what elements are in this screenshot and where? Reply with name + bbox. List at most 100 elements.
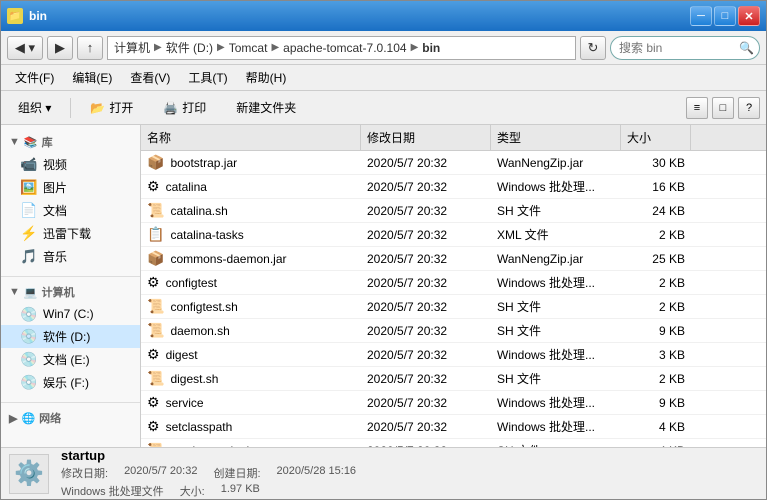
status-filename: startup [61, 448, 356, 463]
back-button[interactable]: ◀ ▾ [7, 36, 43, 60]
col-header-name[interactable]: 名称 [141, 125, 361, 150]
sidebar-item-documents[interactable]: 📄 文档 [1, 199, 140, 222]
menu-tools[interactable]: 工具(T) [180, 67, 235, 88]
file-name-cell: 📜 configtest.sh [141, 295, 361, 318]
title-buttons: ─ □ ✕ [690, 6, 760, 26]
path-bin[interactable]: bin [422, 41, 440, 55]
status-created-date: 2020/5/28 15:16 [277, 465, 357, 481]
file-name-cell: 📜 digest.sh [141, 367, 361, 390]
path-drive[interactable]: 软件 (D:) [166, 39, 213, 56]
view-toggle-button[interactable]: ≡ [686, 97, 708, 119]
sidebar-group-network-header[interactable]: ▶ 🌐 网络 [1, 407, 140, 429]
up-button[interactable]: ↑ [77, 36, 103, 60]
table-row[interactable]: 📜 daemon.sh 2020/5/7 20:32 SH 文件 9 KB [141, 319, 766, 343]
file-date-cell: 2020/5/7 20:32 [361, 177, 491, 197]
sidebar-item-e-drive[interactable]: 💿 文档 (E:) [1, 348, 140, 371]
file-type-icon: 📦 [147, 154, 164, 171]
menu-view[interactable]: 查看(V) [122, 67, 178, 88]
sidebar-item-c-drive[interactable]: 💿 Win7 (C:) [1, 303, 140, 325]
path-tomcat[interactable]: Tomcat [229, 41, 268, 55]
table-row[interactable]: 📦 bootstrap.jar 2020/5/7 20:32 WanNengZi… [141, 151, 766, 175]
status-size-label: 大小: [180, 483, 205, 499]
status-file-icon: ⚙️ [9, 454, 49, 494]
menu-file[interactable]: 文件(F) [7, 67, 62, 88]
close-button[interactable]: ✕ [738, 6, 760, 26]
window: 📁 bin ─ □ ✕ ◀ ▾ ▶ ↑ 计算机 ▶ 软件 (D:) ▶ Tomc… [0, 0, 767, 500]
sidebar-item-downloads[interactable]: ⚡ 迅雷下载 [1, 222, 140, 245]
path-computer[interactable]: 计算机 [114, 39, 150, 56]
file-name-cell: ⚙ digest [141, 343, 361, 366]
refresh-button[interactable]: ↻ [580, 36, 606, 60]
status-created-label: 创建日期: [213, 465, 260, 481]
file-name-text: commons-daemon.jar [170, 252, 286, 266]
file-type-icon: ⚙ [147, 418, 160, 435]
file-name-text: catalina [166, 180, 207, 194]
file-name-cell: 📜 catalina.sh [141, 199, 361, 222]
file-type-cell: SH 文件 [491, 295, 621, 318]
view-panel-button[interactable]: □ [712, 97, 734, 119]
table-row[interactable]: ⚙ digest 2020/5/7 20:32 Windows 批处理... 3… [141, 343, 766, 367]
status-details: 修改日期: 2020/5/7 20:32 创建日期: 2020/5/28 15:… [61, 465, 356, 481]
menu-help[interactable]: 帮助(H) [238, 67, 295, 88]
open-icon: 📂 [90, 101, 105, 115]
search-input[interactable] [610, 36, 760, 60]
file-type-icon: ⚙ [147, 394, 160, 411]
sidebar-group-network: ▶ 🌐 网络 [1, 407, 140, 429]
sidebar-item-music[interactable]: 🎵 音乐 [1, 245, 140, 268]
table-row[interactable]: ⚙ catalina 2020/5/7 20:32 Windows 批处理...… [141, 175, 766, 199]
sidebar-item-videos[interactable]: 📹 视频 [1, 153, 140, 176]
drive-icon: 💿 [21, 329, 37, 345]
file-size-cell: 24 KB [621, 201, 691, 221]
new-folder-button[interactable]: 新建文件夹 [225, 95, 307, 120]
table-row[interactable]: 📜 configtest.sh 2020/5/7 20:32 SH 文件 2 K… [141, 295, 766, 319]
sidebar: ▼ 📚 库 📹 视频 🖼️ 图片 📄 文档 ⚡ [1, 125, 141, 447]
file-name-cell: 📜 setclasspath.sh [141, 439, 361, 447]
table-row[interactable]: 📜 setclasspath.sh 2020/5/7 20:32 SH 文件 4… [141, 439, 766, 447]
file-size-cell: 2 KB [621, 297, 691, 317]
title-bar-left: 📁 bin [7, 8, 47, 24]
help-button[interactable]: ? [738, 97, 760, 119]
file-date-cell: 2020/5/7 20:32 [361, 273, 491, 293]
status-info: startup 修改日期: 2020/5/7 20:32 创建日期: 2020/… [61, 448, 356, 499]
file-size-cell: 2 KB [621, 225, 691, 245]
organize-button[interactable]: 组织 ▾ [7, 95, 62, 120]
chevron-right-icon: ▶ [9, 412, 17, 425]
file-rows: 📦 bootstrap.jar 2020/5/7 20:32 WanNengZi… [141, 151, 766, 447]
file-date-cell: 2020/5/7 20:32 [361, 297, 491, 317]
file-name-cell: 📋 catalina-tasks [141, 223, 361, 246]
print-button[interactable]: 🖨️ 打印 [152, 95, 217, 120]
table-row[interactable]: 📦 commons-daemon.jar 2020/5/7 20:32 WanN… [141, 247, 766, 271]
path-version[interactable]: apache-tomcat-7.0.104 [283, 41, 406, 55]
table-row[interactable]: ⚙ configtest 2020/5/7 20:32 Windows 批处理.… [141, 271, 766, 295]
sidebar-group-library-header[interactable]: ▼ 📚 库 [1, 131, 140, 153]
forward-button[interactable]: ▶ [47, 36, 73, 60]
sidebar-item-f-drive[interactable]: 💿 娱乐 (F:) [1, 371, 140, 394]
sidebar-divider [1, 276, 140, 277]
sidebar-group-computer-header[interactable]: ▼ 💻 计算机 [1, 281, 140, 303]
table-row[interactable]: ⚙ setclasspath 2020/5/7 20:32 Windows 批处… [141, 415, 766, 439]
sidebar-item-d-drive[interactable]: 💿 软件 (D:) [1, 325, 140, 348]
table-row[interactable]: 📋 catalina-tasks 2020/5/7 20:32 XML 文件 2… [141, 223, 766, 247]
col-header-size[interactable]: 大小 [621, 125, 691, 150]
maximize-button[interactable]: □ [714, 6, 736, 26]
file-name-text: configtest [166, 276, 217, 290]
sidebar-item-pictures[interactable]: 🖼️ 图片 [1, 176, 140, 199]
file-type-icon: 📜 [147, 202, 164, 219]
table-row[interactable]: ⚙ service 2020/5/7 20:32 Windows 批处理... … [141, 391, 766, 415]
file-type-icon: 📜 [147, 298, 164, 315]
toolbar-separator [70, 98, 71, 118]
col-header-type[interactable]: 类型 [491, 125, 621, 150]
col-header-date[interactable]: 修改日期 [361, 125, 491, 150]
minimize-button[interactable]: ─ [690, 6, 712, 26]
folder-icon: 📹 [21, 157, 37, 173]
file-type-icon: 📜 [147, 322, 164, 339]
address-path[interactable]: 计算机 ▶ 软件 (D:) ▶ Tomcat ▶ apache-tomcat-7… [107, 36, 576, 60]
file-size-cell: 3 KB [621, 345, 691, 365]
table-row[interactable]: 📜 digest.sh 2020/5/7 20:32 SH 文件 2 KB [141, 367, 766, 391]
menu-edit[interactable]: 编辑(E) [64, 67, 120, 88]
toolbar: 组织 ▾ 📂 打开 🖨️ 打印 新建文件夹 ≡ □ ? [1, 91, 766, 125]
file-date-cell: 2020/5/7 20:32 [361, 369, 491, 389]
file-name-text: bootstrap.jar [170, 156, 237, 170]
table-row[interactable]: 📜 catalina.sh 2020/5/7 20:32 SH 文件 24 KB [141, 199, 766, 223]
open-button[interactable]: 📂 打开 [79, 95, 144, 120]
